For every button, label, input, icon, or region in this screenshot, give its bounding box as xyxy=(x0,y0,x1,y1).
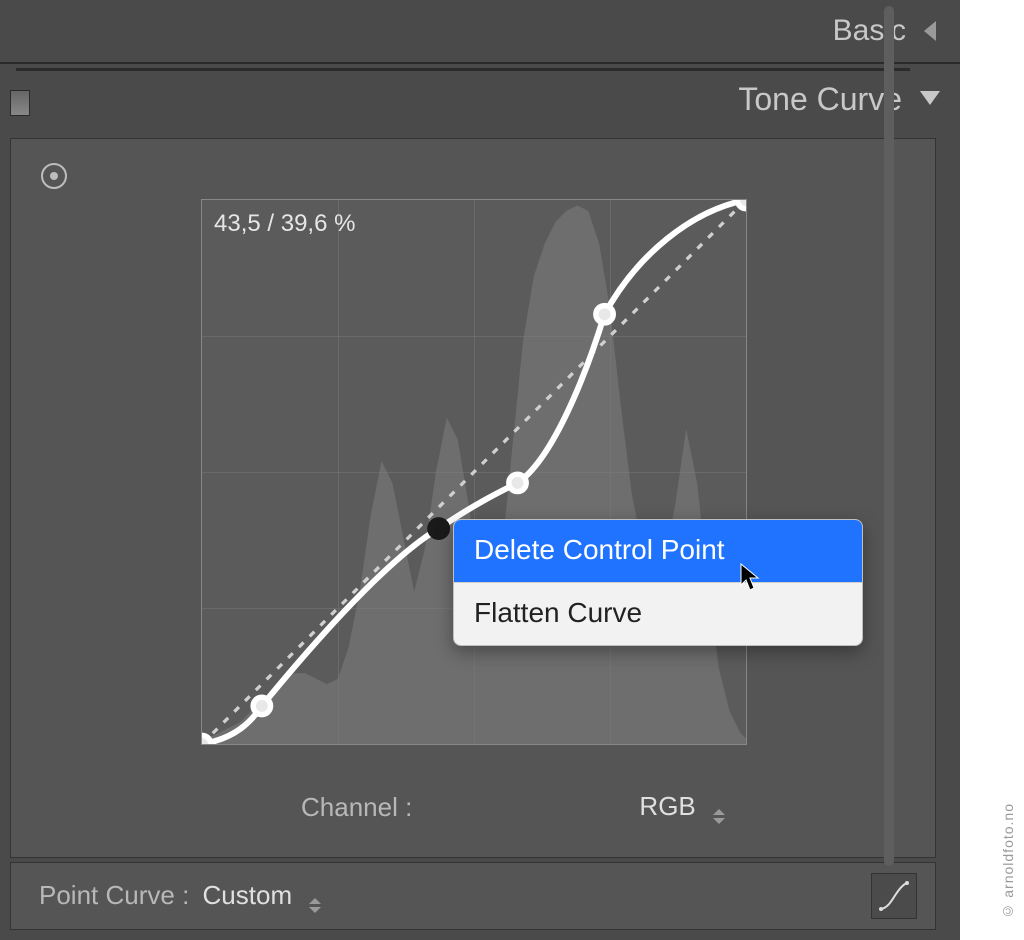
updown-icon xyxy=(713,809,725,824)
chevron-down-icon xyxy=(920,91,940,107)
point-curve-value: Custom xyxy=(203,880,293,910)
tone-curve-panel-header[interactable]: Tone Curve xyxy=(0,64,960,134)
menu-flatten-curve[interactable]: Flatten Curve xyxy=(454,583,862,645)
tone-curve-graph[interactable]: 43,5 / 39,6 % xyxy=(201,199,747,745)
watermark: © arnoldfoto.no xyxy=(1000,803,1016,920)
point-curve-label: Point Curve : xyxy=(39,880,189,910)
panel-scrollbar[interactable] xyxy=(884,6,894,866)
menu-delete-control-point[interactable]: Delete Control Point xyxy=(454,520,862,582)
tone-curve-panel: 43,5 / 39,6 % Channel : RGB xyxy=(10,138,936,858)
chevron-left-icon xyxy=(924,21,940,41)
context-menu: Delete Control Point Flatten Curve xyxy=(453,519,863,646)
curve-icon xyxy=(878,880,910,912)
develop-panel: Basic Tone Curve xyxy=(0,0,960,940)
tone-curve-panel-label: Tone Curve xyxy=(738,81,902,118)
basic-panel-label: Basic xyxy=(833,14,906,48)
basic-panel-header[interactable]: Basic xyxy=(0,0,960,64)
channel-selector-row: Channel : RGB xyxy=(11,777,935,837)
point-curve-bar: Point Curve : Custom xyxy=(10,862,936,930)
point-curve-dropdown[interactable]: Point Curve : Custom xyxy=(39,880,321,913)
curve-mode-button[interactable] xyxy=(871,873,917,919)
channel-dropdown[interactable]: RGB xyxy=(639,791,725,824)
updown-icon xyxy=(309,898,321,913)
channel-label: Channel : xyxy=(301,792,412,823)
curve-readout: 43,5 / 39,6 % xyxy=(214,210,355,238)
curve-svg xyxy=(202,200,746,744)
target-adjustment-icon[interactable] xyxy=(41,163,67,189)
channel-value: RGB xyxy=(639,791,695,821)
page-margin xyxy=(960,0,1024,940)
